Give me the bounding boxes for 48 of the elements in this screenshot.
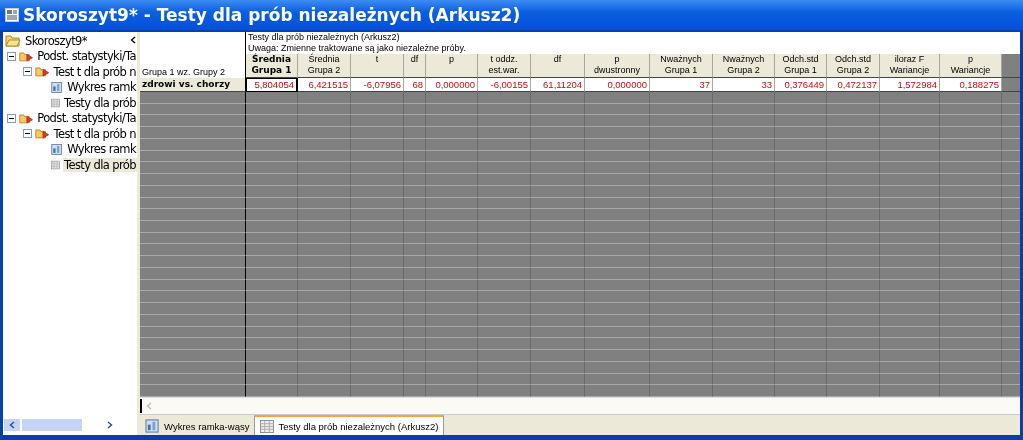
collapse-icon[interactable] xyxy=(7,51,16,61)
folder-arrow-icon xyxy=(19,111,34,125)
column-header[interactable]: p xyxy=(426,54,478,78)
horizontal-scrollbar[interactable] xyxy=(140,397,1020,414)
column-header[interactable]: Nważnych Grupa 2 xyxy=(713,54,775,78)
chart-icon xyxy=(51,79,64,95)
column-header[interactable]: Odch.std Grupa 1 xyxy=(775,54,827,78)
tree-item[interactable]: Test t dla prób n xyxy=(52,64,137,79)
sheet-tab[interactable]: Testy dla prób niezależnych (Arkusz2) xyxy=(254,415,445,435)
chart-icon xyxy=(145,419,160,433)
column-header[interactable]: p dwustronny xyxy=(585,54,650,78)
spreadsheet-icon xyxy=(51,157,60,172)
column-header[interactable]: t oddz. est.war. xyxy=(478,54,531,78)
column-header[interactable]: Nważnych Grupa 1 xyxy=(650,54,713,78)
horizontal-scrollbar[interactable] xyxy=(3,418,137,432)
collapse-icon[interactable] xyxy=(23,67,32,77)
column-header[interactable]: Średnia Grupa 2 xyxy=(298,54,351,78)
row-label: zdrowi vs. chorzy xyxy=(140,78,246,92)
tree-item[interactable]: Wykres ramk xyxy=(66,80,137,95)
column-header[interactable]: iloraz F Wariancje xyxy=(880,54,940,78)
column-header[interactable]: Średnia Grupa 1 xyxy=(246,54,298,78)
spreadsheet-icon xyxy=(51,95,60,110)
sheet-title: Uwaga: Zmienne traktowane są jako niezależne próby. xyxy=(248,43,467,54)
tree-item[interactable]: Testy dla prób xyxy=(62,95,137,110)
column-header[interactable]: df xyxy=(404,54,426,78)
column-header[interactable]: Odch.std Grupa 2 xyxy=(827,54,880,78)
chart-icon xyxy=(51,141,64,157)
tree-item[interactable]: Test t dla prób n xyxy=(52,126,137,141)
folder-arrow-icon xyxy=(19,49,34,63)
folder-arrow-icon xyxy=(35,65,50,79)
tree-item[interactable]: Skoroszyt9* xyxy=(24,33,88,48)
chevron-left-icon[interactable] xyxy=(130,36,136,44)
folder-arrow-icon xyxy=(35,127,50,141)
column-header[interactable]: t xyxy=(351,54,404,78)
tree-item[interactable]: Podst. statystyki/Ta xyxy=(36,49,137,64)
chevron-right-icon[interactable] xyxy=(107,421,113,429)
window-title: Skoroszyt9* - Testy dla prób niezależnych (Arkusz2) xyxy=(23,5,521,25)
collapse-icon[interactable] xyxy=(23,129,32,139)
column-header[interactable]: df xyxy=(531,54,585,78)
tree-item[interactable]: Wykres ramk xyxy=(66,142,137,157)
spreadsheet-icon xyxy=(260,419,275,433)
column-header[interactable]: p Wariancje xyxy=(940,54,1002,78)
sheet-title: Testy dla prób niezależnych (Arkusz2) xyxy=(248,32,401,43)
folder-icon xyxy=(5,34,21,48)
window-icon xyxy=(5,8,19,22)
tree-item[interactable]: Testy dla prób xyxy=(62,157,137,172)
tree-item[interactable]: Podst. statystyki/Ta xyxy=(36,111,137,126)
collapse-icon[interactable] xyxy=(7,113,16,123)
